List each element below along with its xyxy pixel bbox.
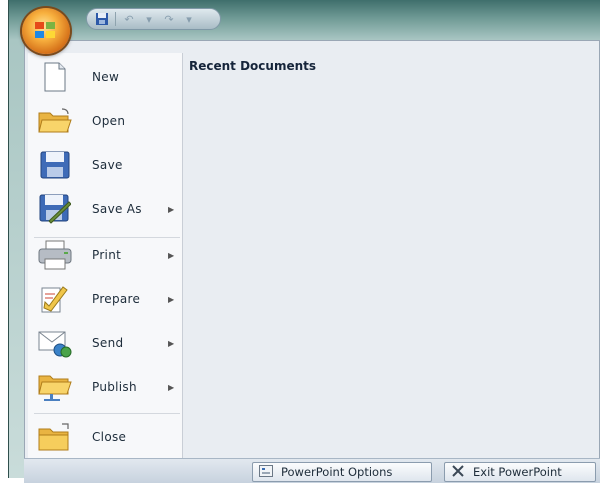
- save-icon: [38, 150, 72, 180]
- customize-dropdown-icon[interactable]: ▾: [182, 12, 196, 26]
- exit-powerpoint-label: Exit PowerPoint: [473, 465, 562, 479]
- save-icon[interactable]: [95, 12, 109, 26]
- send-icon: [38, 328, 72, 358]
- menu-item-publish[interactable]: Publish ▶: [28, 367, 182, 407]
- new-document-icon: [38, 62, 72, 92]
- menu-item-label: Close: [92, 430, 127, 444]
- close-folder-icon: [38, 422, 72, 452]
- menu-commands: New Open Save Save As ▶ Print ▶ Prepare …: [28, 53, 183, 461]
- recent-documents-title: Recent Documents: [189, 59, 317, 73]
- menu-item-save[interactable]: Save: [28, 145, 182, 185]
- menu-item-label: Publish: [92, 380, 137, 394]
- submenu-arrow-icon: ▶: [168, 204, 175, 214]
- menu-item-label: Print: [92, 248, 122, 262]
- menu-item-label: New: [92, 70, 120, 84]
- menu-item-label: Save As: [92, 202, 142, 216]
- menu-item-print[interactable]: Print ▶: [28, 235, 182, 275]
- recent-documents-panel: Recent Documents: [183, 53, 595, 461]
- submenu-arrow-icon: ▶: [168, 382, 175, 392]
- menu-item-close[interactable]: Close: [28, 417, 182, 457]
- menu-divider: [34, 413, 180, 414]
- exit-powerpoint-button[interactable]: Exit PowerPoint: [444, 462, 596, 482]
- prepare-icon: [38, 284, 72, 314]
- menu-item-label: Prepare: [92, 292, 141, 306]
- printer-icon: [38, 240, 72, 270]
- office-logo-icon: [35, 22, 57, 40]
- quick-access-toolbar: ↶ ▾ ↷ ▾: [86, 8, 221, 30]
- menu-item-label: Open: [92, 114, 126, 128]
- submenu-arrow-icon: ▶: [168, 338, 175, 348]
- menu-item-new[interactable]: New: [28, 57, 182, 97]
- menu-item-prepare[interactable]: Prepare ▶: [28, 279, 182, 319]
- menu-item-send[interactable]: Send ▶: [28, 323, 182, 363]
- redo-icon[interactable]: ↷: [162, 12, 176, 26]
- close-icon: [451, 464, 465, 481]
- menu-item-label: Send: [92, 336, 124, 350]
- menu-item-save-as[interactable]: Save As ▶: [28, 189, 182, 229]
- submenu-arrow-icon: ▶: [168, 250, 175, 260]
- open-folder-icon: [38, 106, 72, 136]
- save-as-icon: [38, 194, 72, 224]
- menu-footer: PowerPoint Options Exit PowerPoint: [24, 458, 600, 483]
- submenu-arrow-icon: ▶: [168, 294, 175, 304]
- menu-item-label: Save: [92, 158, 123, 172]
- undo-icon[interactable]: ↶: [122, 12, 136, 26]
- office-menu: New Open Save Save As ▶ Print ▶ Prepare …: [24, 40, 600, 464]
- powerpoint-options-button[interactable]: PowerPoint Options: [252, 462, 432, 482]
- office-button[interactable]: [22, 8, 70, 54]
- chevron-down-icon[interactable]: ▾: [142, 12, 156, 26]
- publish-icon: [38, 372, 72, 402]
- menu-item-open[interactable]: Open: [28, 101, 182, 141]
- toolbar-separator: [115, 12, 116, 26]
- powerpoint-options-label: PowerPoint Options: [281, 465, 393, 479]
- options-icon: [259, 464, 273, 480]
